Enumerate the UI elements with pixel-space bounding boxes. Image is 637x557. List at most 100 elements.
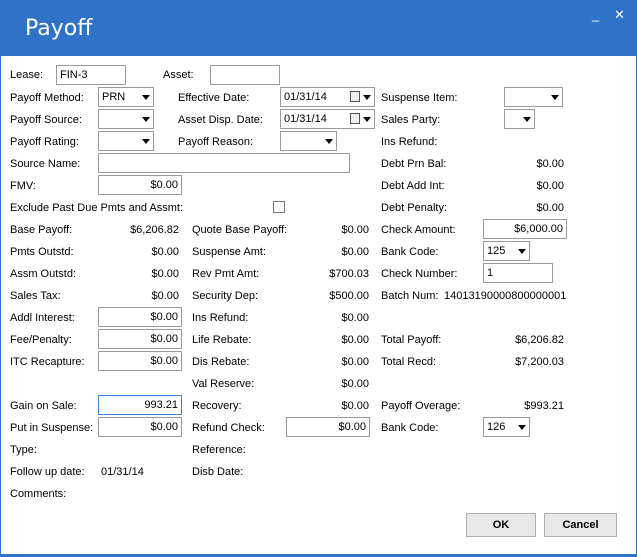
chevron-down-icon	[142, 139, 150, 144]
itc-recapture-input[interactable]: $0.00	[98, 351, 182, 371]
debt-prn-bal-value: $0.00	[536, 158, 564, 170]
asset-disp-date-label: Asset Disp. Date:	[178, 114, 263, 126]
batch-num-value: 14013190000800000001	[444, 290, 567, 302]
check-number-input[interactable]: 1	[483, 263, 553, 283]
payoff-rating-select[interactable]	[98, 131, 154, 151]
bank-code-2-select[interactable]: 126	[483, 417, 530, 437]
total-payoff-label: Total Payoff:	[381, 334, 442, 346]
val-reserve-label: Val Reserve:	[192, 378, 255, 390]
suspense-item-select[interactable]	[504, 87, 563, 107]
gain-on-sale-input[interactable]: 993.21	[98, 395, 182, 415]
window-border-left	[0, 56, 1, 554]
total-payoff-value: $6,206.82	[515, 334, 564, 346]
payoff-reason-select[interactable]	[280, 131, 337, 151]
suspense-amt-label: Suspense Amt:	[192, 246, 266, 258]
chevron-down-icon	[523, 117, 531, 122]
debt-penalty-value: $0.00	[536, 202, 564, 214]
disb-date-label: Disb Date:	[192, 466, 244, 478]
reference-label: Reference:	[192, 444, 246, 456]
payoff-method-select[interactable]: PRN	[98, 87, 154, 107]
rev-pmt-amt-label: Rev Pmt Amt:	[192, 268, 260, 280]
quote-base-payoff-label: Quote Base Payoff:	[192, 224, 288, 236]
fee-penalty-label: Fee/Penalty:	[10, 334, 72, 346]
payoff-overage-value: $993.21	[524, 400, 564, 412]
window-title: Payoff	[25, 16, 93, 41]
chevron-down-icon	[551, 95, 559, 100]
refund-check-input[interactable]: $0.00	[286, 417, 370, 437]
rev-pmt-amt-value: $700.03	[329, 268, 369, 280]
source-name-label: Source Name:	[10, 158, 81, 170]
bank-code-1-select[interactable]: 125	[483, 241, 530, 261]
payoff-reason-label: Payoff Reason:	[178, 136, 254, 148]
chevron-down-icon	[518, 425, 526, 430]
itc-recapture-label: ITC Recapture:	[10, 356, 85, 368]
payoff-source-select[interactable]	[98, 109, 154, 129]
close-icon[interactable]: ✕	[614, 8, 625, 21]
pmts-outstd-label: Pmts Outstd:	[10, 246, 74, 258]
debt-prn-bal-label: Debt Prn Bal:	[381, 158, 447, 170]
effective-date-picker[interactable]: 01/31/14	[280, 87, 375, 107]
suspense-item-label: Suspense Item:	[381, 92, 458, 104]
minimize-icon[interactable]: _	[592, 8, 599, 21]
sales-party-label: Sales Party:	[381, 114, 441, 126]
calendar-icon[interactable]	[350, 113, 360, 124]
asset-disp-date-picker[interactable]: 01/31/14	[280, 109, 375, 129]
bank-code-2-label: Bank Code:	[381, 422, 439, 434]
chevron-down-icon	[142, 117, 150, 122]
effective-date-label: Effective Date:	[178, 92, 250, 104]
dis-rebate-value: $0.00	[341, 356, 369, 368]
comments-label: Comments:	[10, 488, 67, 500]
sales-party-select[interactable]	[504, 109, 535, 129]
payoff-source-label: Payoff Source:	[10, 114, 82, 126]
calendar-icon[interactable]	[350, 91, 360, 102]
assm-outstd-value: $0.00	[151, 268, 179, 280]
lease-input[interactable]: FIN-3	[56, 65, 126, 85]
follow-up-date-value: 01/31/14	[101, 466, 144, 478]
chevron-down-icon	[363, 95, 371, 100]
lease-label: Lease:	[10, 69, 44, 81]
cancel-button[interactable]: Cancel	[544, 513, 617, 537]
life-rebate-value: $0.00	[341, 334, 369, 346]
debt-add-int-label: Debt Add Int:	[381, 180, 445, 192]
check-amount-label: Check Amount:	[381, 224, 456, 236]
source-name-input[interactable]	[98, 153, 350, 173]
assm-outstd-label: Assm Outstd:	[10, 268, 77, 280]
bank-code-1-value: 125	[487, 245, 506, 257]
base-payoff-value: $6,206.82	[130, 224, 179, 236]
addl-interest-label: Addl Interest:	[10, 312, 75, 324]
fmv-input[interactable]: $0.00	[98, 175, 182, 195]
exclude-past-due-label: Exclude Past Due Pmts and Assmt:	[10, 202, 184, 214]
bank-code-2-value: 126	[487, 421, 506, 433]
fee-penalty-input[interactable]: $0.00	[98, 329, 182, 349]
security-dep-label: Security Dep:	[192, 290, 259, 302]
pmts-outstd-value: $0.00	[151, 246, 179, 258]
payoff-method-label: Payoff Method:	[10, 92, 84, 104]
check-amount-input[interactable]: $6,000.00	[483, 219, 567, 239]
bank-code-1-label: Bank Code:	[381, 246, 439, 258]
debt-add-int-value: $0.00	[536, 180, 564, 192]
put-in-suspense-label: Put in Suspense:	[10, 422, 94, 434]
dis-rebate-label: Dis Rebate:	[192, 356, 250, 368]
chevron-down-icon	[142, 95, 150, 100]
refund-check-label: Refund Check:	[192, 422, 265, 434]
asset-input[interactable]	[210, 65, 280, 85]
exclude-past-due-checkbox[interactable]	[273, 201, 285, 213]
security-dep-value: $500.00	[329, 290, 369, 302]
batch-num-label: Batch Num:	[381, 290, 439, 302]
fmv-label: FMV:	[10, 180, 36, 192]
chevron-down-icon	[363, 117, 371, 122]
base-payoff-label: Base Payoff:	[10, 224, 73, 236]
ok-button[interactable]: OK	[466, 513, 536, 537]
life-rebate-label: Life Rebate:	[192, 334, 252, 346]
gain-on-sale-label: Gain on Sale:	[10, 400, 77, 412]
put-in-suspense-input[interactable]: $0.00	[98, 417, 182, 437]
payoff-method-value: PRN	[102, 91, 126, 103]
sales-tax-value: $0.00	[151, 290, 179, 302]
addl-interest-input[interactable]: $0.00	[98, 307, 182, 327]
debt-penalty-label: Debt Penalty:	[381, 202, 448, 214]
check-number-label: Check Number:	[381, 268, 458, 280]
ins-refund-top-label: Ins Refund:	[381, 136, 438, 148]
sales-tax-label: Sales Tax:	[10, 290, 61, 302]
effective-date-value: 01/31/14	[284, 91, 327, 103]
recovery-label: Recovery:	[192, 400, 242, 412]
